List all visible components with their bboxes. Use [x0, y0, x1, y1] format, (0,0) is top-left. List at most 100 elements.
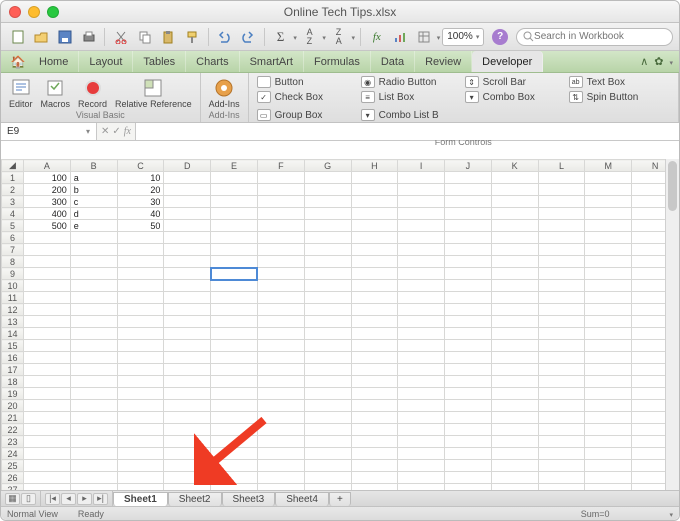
ribbon-options-icon[interactable]: ✿: [654, 55, 663, 68]
cell-E3[interactable]: [211, 196, 258, 208]
cell-C15[interactable]: [117, 340, 164, 352]
copy-icon[interactable]: [134, 27, 156, 47]
cell-H2[interactable]: [351, 184, 398, 196]
fc-spinbutton[interactable]: ⇅Spin Button: [567, 90, 667, 104]
cell-F22[interactable]: [257, 424, 304, 436]
col-header-J[interactable]: J: [445, 160, 492, 172]
cell-F5[interactable]: [257, 220, 304, 232]
cell-L8[interactable]: [538, 256, 585, 268]
cell-D8[interactable]: [164, 256, 211, 268]
cell-B14[interactable]: [70, 328, 117, 340]
cell-G3[interactable]: [304, 196, 351, 208]
ribbon-tab-charts[interactable]: Charts: [186, 51, 239, 72]
cell-E19[interactable]: [211, 388, 258, 400]
cell-H5[interactable]: [351, 220, 398, 232]
cell-E12[interactable]: [211, 304, 258, 316]
cell-E10[interactable]: [211, 280, 258, 292]
cancel-icon[interactable]: ✕: [101, 126, 109, 137]
cell-A8[interactable]: [23, 256, 70, 268]
cell-B19[interactable]: [70, 388, 117, 400]
cell-D23[interactable]: [164, 436, 211, 448]
cell-A25[interactable]: [23, 460, 70, 472]
cell-D12[interactable]: [164, 304, 211, 316]
cell-G5[interactable]: [304, 220, 351, 232]
row-header-14[interactable]: 14: [2, 328, 24, 340]
cell-G18[interactable]: [304, 376, 351, 388]
cell-A22[interactable]: [23, 424, 70, 436]
cell-E18[interactable]: [211, 376, 258, 388]
cell-F2[interactable]: [257, 184, 304, 196]
sheet-tab-sheet2[interactable]: Sheet2: [168, 492, 222, 506]
cell-F24[interactable]: [257, 448, 304, 460]
cell-H20[interactable]: [351, 400, 398, 412]
cell-D21[interactable]: [164, 412, 211, 424]
cell-F21[interactable]: [257, 412, 304, 424]
undo-icon[interactable]: [214, 27, 236, 47]
cell-H26[interactable]: [351, 472, 398, 484]
cell-E4[interactable]: [211, 208, 258, 220]
cell-K11[interactable]: [491, 292, 538, 304]
cell-H19[interactable]: [351, 388, 398, 400]
cell-H24[interactable]: [351, 448, 398, 460]
sheet-tab-sheet4[interactable]: Sheet4: [275, 492, 329, 506]
cell-A21[interactable]: [23, 412, 70, 424]
cell-K26[interactable]: [491, 472, 538, 484]
cell-I7[interactable]: [398, 244, 445, 256]
cell-F18[interactable]: [257, 376, 304, 388]
cell-I21[interactable]: [398, 412, 445, 424]
cell-B12[interactable]: [70, 304, 117, 316]
cell-H7[interactable]: [351, 244, 398, 256]
cell-F17[interactable]: [257, 364, 304, 376]
fc-combolist[interactable]: ▾Combo List B: [359, 108, 459, 122]
cell-J13[interactable]: [445, 316, 492, 328]
cell-E16[interactable]: [211, 352, 258, 364]
col-header-B[interactable]: B: [70, 160, 117, 172]
cell-G13[interactable]: [304, 316, 351, 328]
cell-A17[interactable]: [23, 364, 70, 376]
cell-J18[interactable]: [445, 376, 492, 388]
cell-G7[interactable]: [304, 244, 351, 256]
row-header-1[interactable]: 1: [2, 172, 24, 184]
row-header-17[interactable]: 17: [2, 364, 24, 376]
cell-I24[interactable]: [398, 448, 445, 460]
cell-F16[interactable]: [257, 352, 304, 364]
cell-F6[interactable]: [257, 232, 304, 244]
cell-M7[interactable]: [585, 244, 632, 256]
col-header-H[interactable]: H: [351, 160, 398, 172]
row-header-6[interactable]: 6: [2, 232, 24, 244]
cell-D6[interactable]: [164, 232, 211, 244]
cell-G22[interactable]: [304, 424, 351, 436]
cell-A23[interactable]: [23, 436, 70, 448]
autosum-icon[interactable]: Σ: [270, 27, 292, 47]
cell-A18[interactable]: [23, 376, 70, 388]
cell-D24[interactable]: [164, 448, 211, 460]
cell-H14[interactable]: [351, 328, 398, 340]
cell-B22[interactable]: [70, 424, 117, 436]
row-header-19[interactable]: 19: [2, 388, 24, 400]
cell-G6[interactable]: [304, 232, 351, 244]
show-hide-icon[interactable]: [413, 27, 435, 47]
cell-M9[interactable]: [585, 268, 632, 280]
cell-K5[interactable]: [491, 220, 538, 232]
home-tab-icon[interactable]: 🏠: [7, 51, 29, 72]
ribbon-tab-developer[interactable]: Developer: [472, 51, 543, 72]
cell-F11[interactable]: [257, 292, 304, 304]
row-header-9[interactable]: 9: [2, 268, 24, 280]
cell-C11[interactable]: [117, 292, 164, 304]
cell-E22[interactable]: [211, 424, 258, 436]
cell-H25[interactable]: [351, 460, 398, 472]
cell-G23[interactable]: [304, 436, 351, 448]
fc-combobox[interactable]: ▾Combo Box: [463, 90, 563, 104]
cell-F7[interactable]: [257, 244, 304, 256]
cell-C7[interactable]: [117, 244, 164, 256]
cell-H8[interactable]: [351, 256, 398, 268]
prev-sheet-icon[interactable]: ◂: [61, 493, 76, 505]
cell-K7[interactable]: [491, 244, 538, 256]
cell-A3[interactable]: 300: [23, 196, 70, 208]
cell-E13[interactable]: [211, 316, 258, 328]
cell-B10[interactable]: [70, 280, 117, 292]
cell-K19[interactable]: [491, 388, 538, 400]
cell-G9[interactable]: [304, 268, 351, 280]
cell-C16[interactable]: [117, 352, 164, 364]
cell-I8[interactable]: [398, 256, 445, 268]
